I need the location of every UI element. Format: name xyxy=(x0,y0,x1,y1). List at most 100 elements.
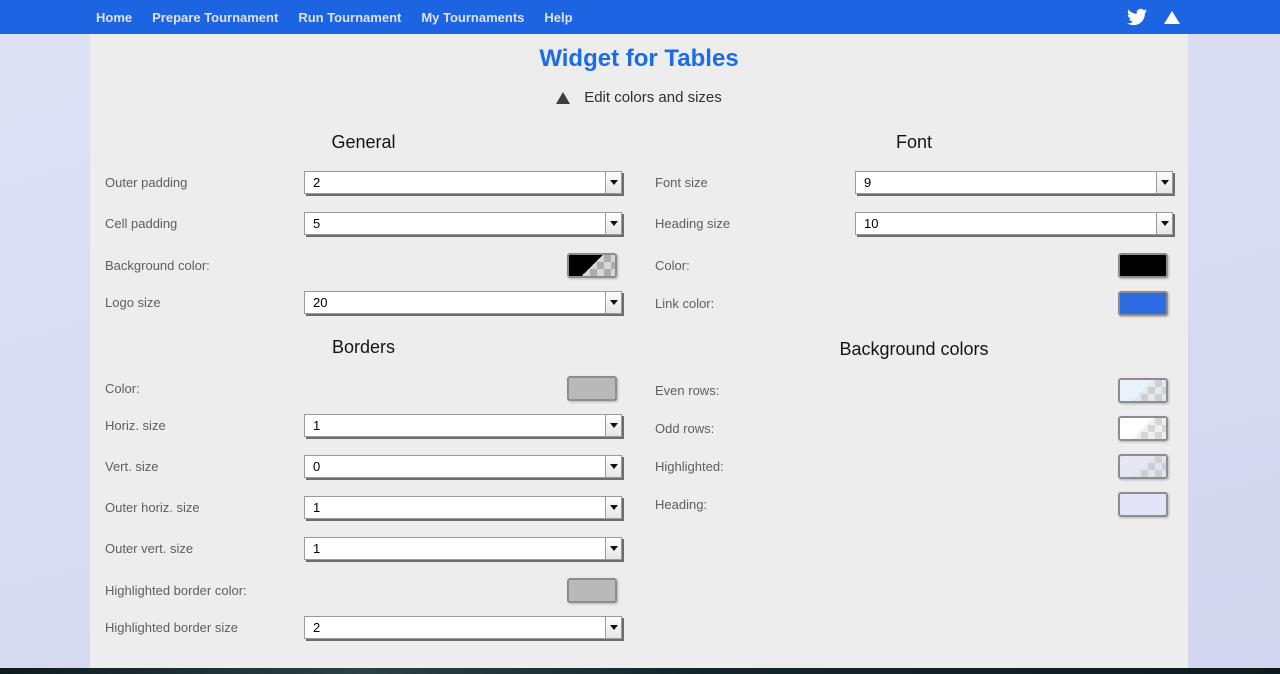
chevron-down-icon xyxy=(610,505,618,510)
highlighted-border-size-select[interactable]: 2 xyxy=(304,616,622,639)
select-dropdown-button[interactable] xyxy=(605,213,621,234)
setting-row: Highlighted: xyxy=(655,454,1173,479)
nav-item-run-tournament[interactable]: Run Tournament xyxy=(298,10,401,25)
setting-row: Odd rows: xyxy=(655,416,1173,441)
setting-row: Logo size 20 xyxy=(105,291,622,314)
select-value: 5 xyxy=(305,213,605,234)
outer-padding-select[interactable]: 2 xyxy=(304,171,622,194)
select-dropdown-button[interactable] xyxy=(605,292,621,313)
link-color-swatch[interactable] xyxy=(1118,291,1168,316)
select-value: 1 xyxy=(305,415,605,436)
select-dropdown-button[interactable] xyxy=(605,415,621,436)
select-value: 1 xyxy=(305,497,605,518)
outer-horiz-size-label: Outer horiz. size xyxy=(105,500,200,515)
right-column: Font Font size 9 Heading size 10 xyxy=(655,132,1173,657)
settings-grid: General Outer padding 2 Cell padding 5 xyxy=(90,132,1188,657)
even-rows-color-swatch[interactable] xyxy=(1118,378,1168,403)
link-color-label: Link color: xyxy=(655,296,714,311)
horiz-size-label: Horiz. size xyxy=(105,418,166,433)
select-value: 2 xyxy=(305,617,605,638)
chevron-down-icon xyxy=(610,625,618,630)
font-color-swatch[interactable] xyxy=(1118,253,1168,278)
select-value: 1 xyxy=(305,538,605,559)
highlighted-border-color-swatch[interactable] xyxy=(567,578,617,603)
edit-colors-toggle[interactable]: Edit colors and sizes xyxy=(90,89,1188,106)
vert-size-select[interactable]: 0 xyxy=(304,455,622,478)
left-column: General Outer padding 2 Cell padding 5 xyxy=(105,132,622,657)
nav-item-home[interactable]: Home xyxy=(96,10,132,25)
background-color-swatch[interactable] xyxy=(567,253,617,278)
section-borders: Borders Color: Horiz. size 1 Vert. size … xyxy=(105,337,622,639)
edit-colors-toggle-label: Edit colors and sizes xyxy=(584,89,722,106)
setting-row: Outer padding 2 xyxy=(105,171,622,194)
outer-vert-size-select[interactable]: 1 xyxy=(304,537,622,560)
select-value: 9 xyxy=(856,172,1156,193)
setting-row: Highlighted border color: xyxy=(105,578,622,603)
highlighted-bg-color-swatch[interactable] xyxy=(1118,454,1168,479)
select-dropdown-button[interactable] xyxy=(605,617,621,638)
background-color-label: Background color: xyxy=(105,258,210,273)
cell-padding-label: Cell padding xyxy=(105,216,177,231)
vert-size-label: Vert. size xyxy=(105,459,158,474)
setting-row: Even rows: xyxy=(655,378,1173,403)
chevron-down-icon xyxy=(610,464,618,469)
horiz-size-select[interactable]: 1 xyxy=(304,414,622,437)
select-dropdown-button[interactable] xyxy=(1156,172,1172,193)
select-dropdown-button[interactable] xyxy=(605,497,621,518)
select-dropdown-button[interactable] xyxy=(605,538,621,559)
heading-size-select[interactable]: 10 xyxy=(855,212,1173,235)
app-root: { "theme": { "nav-bg": "#1d64e2", "title… xyxy=(0,0,1280,674)
chevron-down-icon xyxy=(610,300,618,305)
chevron-down-icon xyxy=(610,180,618,185)
triangle-up-icon xyxy=(556,92,570,104)
select-dropdown-button[interactable] xyxy=(605,172,621,193)
setting-row: Link color: xyxy=(655,291,1173,316)
section-title-background-colors: Background colors xyxy=(655,339,1173,361)
highlighted-border-color-label: Highlighted border color: xyxy=(105,583,247,598)
logo-size-select[interactable]: 20 xyxy=(304,291,622,314)
border-color-swatch[interactable] xyxy=(567,376,617,401)
setting-row: Highlighted border size 2 xyxy=(105,616,622,639)
select-value: 2 xyxy=(305,172,605,193)
nav-item-help[interactable]: Help xyxy=(544,10,572,25)
logo-size-label: Logo size xyxy=(105,295,161,310)
outer-vert-size-label: Outer vert. size xyxy=(105,541,193,556)
setting-row: Color: xyxy=(105,376,622,401)
font-size-label: Font size xyxy=(655,175,708,190)
section-title-font: Font xyxy=(655,132,1173,154)
chevron-down-icon xyxy=(1161,221,1169,226)
highlighted-bg-label: Highlighted: xyxy=(655,459,724,474)
page-title: Widget for Tables xyxy=(90,45,1188,73)
outer-padding-label: Outer padding xyxy=(105,175,187,190)
chevron-down-icon xyxy=(610,546,618,551)
heading-bg-color-swatch[interactable] xyxy=(1118,492,1168,517)
section-background-colors: Background colors Even rows: Odd rows: H… xyxy=(655,339,1173,517)
heading-size-label: Heading size xyxy=(655,216,730,231)
select-dropdown-button[interactable] xyxy=(1156,213,1172,234)
cell-padding-select[interactable]: 5 xyxy=(304,212,622,235)
section-title-general: General xyxy=(105,132,622,154)
setting-row: Horiz. size 1 xyxy=(105,414,622,437)
select-value: 10 xyxy=(856,213,1156,234)
setting-row: Vert. size 0 xyxy=(105,455,622,478)
font-size-select[interactable]: 9 xyxy=(855,171,1173,194)
setting-row: Cell padding 5 xyxy=(105,212,622,235)
odd-rows-color-swatch[interactable] xyxy=(1118,416,1168,441)
heading-bg-label: Heading: xyxy=(655,497,707,512)
highlighted-border-size-label: Highlighted border size xyxy=(105,620,238,635)
twitter-icon[interactable] xyxy=(1127,7,1147,27)
setting-row: Heading size 10 xyxy=(655,212,1173,235)
select-value: 20 xyxy=(305,292,605,313)
section-general: General Outer padding 2 Cell padding 5 xyxy=(105,132,622,314)
setting-row: Heading: xyxy=(655,492,1173,517)
outer-horiz-size-select[interactable]: 1 xyxy=(304,496,622,519)
odd-rows-label: Odd rows: xyxy=(655,421,714,436)
navbar-right-icons xyxy=(1127,7,1280,27)
nav-item-my-tournaments[interactable]: My Tournaments xyxy=(421,10,524,25)
select-dropdown-button[interactable] xyxy=(605,456,621,477)
settings-panel: Widget for Tables Edit colors and sizes … xyxy=(90,34,1188,668)
nav-item-prepare-tournament[interactable]: Prepare Tournament xyxy=(152,10,278,25)
chevron-down-icon xyxy=(1161,180,1169,185)
chevron-down-icon xyxy=(610,423,618,428)
scroll-to-top-triangle-icon[interactable] xyxy=(1164,11,1180,24)
